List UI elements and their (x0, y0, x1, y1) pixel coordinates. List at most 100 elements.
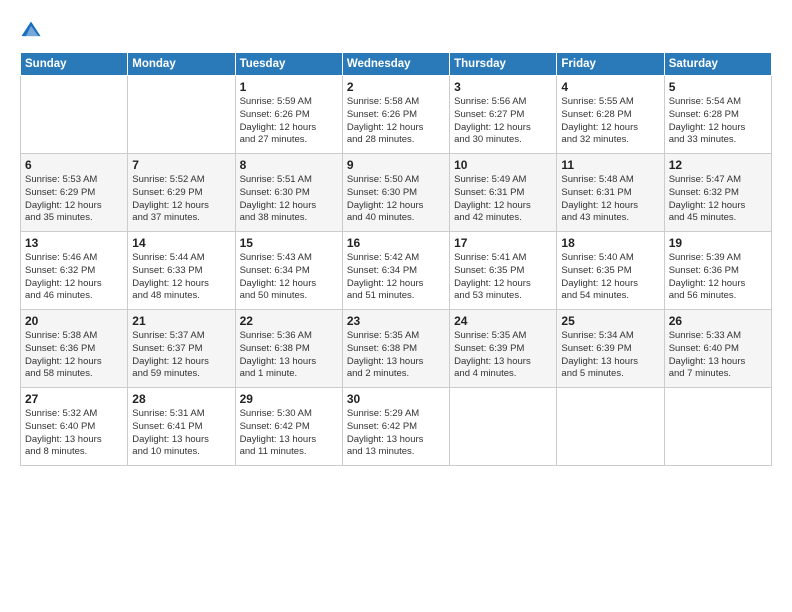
calendar-cell: 12 Sunrise: 5:47 AM Sunset: 6:32 PM Dayli… (664, 154, 771, 232)
day-number: 25 (561, 314, 659, 328)
calendar-cell: 8 Sunrise: 5:51 AM Sunset: 6:30 PM Daylig… (235, 154, 342, 232)
calendar-cell: 24 Sunrise: 5:35 AM Sunset: 6:39 PM Dayli… (450, 310, 557, 388)
header-day-thursday: Thursday (450, 53, 557, 76)
day-number: 28 (132, 392, 230, 406)
day-number: 30 (347, 392, 445, 406)
day-detail: Sunrise: 5:29 AM Sunset: 6:42 PM Dayligh… (347, 408, 445, 459)
header-day-monday: Monday (128, 53, 235, 76)
day-number: 19 (669, 236, 767, 250)
day-detail: Sunrise: 5:44 AM Sunset: 6:33 PM Dayligh… (132, 252, 230, 303)
calendar-body: 1 Sunrise: 5:59 AM Sunset: 6:26 PM Daylig… (21, 76, 772, 466)
day-detail: Sunrise: 5:47 AM Sunset: 6:32 PM Dayligh… (669, 174, 767, 225)
day-detail: Sunrise: 5:49 AM Sunset: 6:31 PM Dayligh… (454, 174, 552, 225)
calendar-cell: 25 Sunrise: 5:34 AM Sunset: 6:39 PM Dayli… (557, 310, 664, 388)
calendar-cell: 22Sunrise: 5:36 AM Sunset: 6:38 PM Dayli… (235, 310, 342, 388)
logo (20, 18, 46, 42)
calendar-cell (664, 388, 771, 466)
day-detail: Sunrise: 5:43 AM Sunset: 6:34 PM Dayligh… (240, 252, 338, 303)
day-detail: Sunrise: 5:53 AM Sunset: 6:29 PM Dayligh… (25, 174, 123, 225)
day-detail: Sunrise: 5:58 AM Sunset: 6:26 PM Dayligh… (347, 96, 445, 147)
header-row: SundayMondayTuesdayWednesdayThursdayFrid… (21, 53, 772, 76)
day-number: 8 (240, 158, 338, 172)
calendar-cell: 6 Sunrise: 5:53 AM Sunset: 6:29 PM Daylig… (21, 154, 128, 232)
calendar-cell: 28Sunrise: 5:31 AM Sunset: 6:41 PM Dayli… (128, 388, 235, 466)
header-day-friday: Friday (557, 53, 664, 76)
day-detail: Sunrise: 5:34 AM Sunset: 6:39 PM Dayligh… (561, 330, 659, 381)
day-number: 11 (561, 158, 659, 172)
calendar-cell: 21 Sunrise: 5:37 AM Sunset: 6:37 PM Dayli… (128, 310, 235, 388)
day-number: 5 (669, 80, 767, 94)
header-day-saturday: Saturday (664, 53, 771, 76)
calendar-cell: 4Sunrise: 5:55 AM Sunset: 6:28 PM Daylig… (557, 76, 664, 154)
week-row-1: 1 Sunrise: 5:59 AM Sunset: 6:26 PM Daylig… (21, 76, 772, 154)
day-detail: Sunrise: 5:59 AM Sunset: 6:26 PM Dayligh… (240, 96, 338, 147)
calendar-cell (450, 388, 557, 466)
day-detail: Sunrise: 5:46 AM Sunset: 6:32 PM Dayligh… (25, 252, 123, 303)
calendar-cell: 10 Sunrise: 5:49 AM Sunset: 6:31 PM Dayli… (450, 154, 557, 232)
calendar-cell: 27 Sunrise: 5:32 AM Sunset: 6:40 PM Dayli… (21, 388, 128, 466)
calendar-table: SundayMondayTuesdayWednesdayThursdayFrid… (20, 52, 772, 466)
day-detail: Sunrise: 5:40 AM Sunset: 6:35 PM Dayligh… (561, 252, 659, 303)
header-day-sunday: Sunday (21, 53, 128, 76)
day-number: 10 (454, 158, 552, 172)
calendar-cell: 20 Sunrise: 5:38 AM Sunset: 6:36 PM Dayli… (21, 310, 128, 388)
calendar-cell: 19Sunrise: 5:39 AM Sunset: 6:36 PM Dayli… (664, 232, 771, 310)
day-number: 3 (454, 80, 552, 94)
calendar-cell: 16 Sunrise: 5:42 AM Sunset: 6:34 PM Dayli… (342, 232, 449, 310)
calendar-cell: 7Sunrise: 5:52 AM Sunset: 6:29 PM Daylig… (128, 154, 235, 232)
calendar-cell (557, 388, 664, 466)
logo-icon (20, 20, 42, 42)
day-number: 6 (25, 158, 123, 172)
calendar-cell: 2 Sunrise: 5:58 AM Sunset: 6:26 PM Daylig… (342, 76, 449, 154)
day-detail: Sunrise: 5:52 AM Sunset: 6:29 PM Dayligh… (132, 174, 230, 225)
calendar-cell: 13Sunrise: 5:46 AM Sunset: 6:32 PM Dayli… (21, 232, 128, 310)
day-number: 18 (561, 236, 659, 250)
week-row-4: 20 Sunrise: 5:38 AM Sunset: 6:36 PM Dayli… (21, 310, 772, 388)
week-row-3: 13Sunrise: 5:46 AM Sunset: 6:32 PM Dayli… (21, 232, 772, 310)
day-number: 29 (240, 392, 338, 406)
calendar-cell: 11 Sunrise: 5:48 AM Sunset: 6:31 PM Dayli… (557, 154, 664, 232)
calendar-cell: 9 Sunrise: 5:50 AM Sunset: 6:30 PM Daylig… (342, 154, 449, 232)
calendar-cell (21, 76, 128, 154)
day-number: 2 (347, 80, 445, 94)
calendar-cell: 15 Sunrise: 5:43 AM Sunset: 6:34 PM Dayli… (235, 232, 342, 310)
day-detail: Sunrise: 5:48 AM Sunset: 6:31 PM Dayligh… (561, 174, 659, 225)
day-number: 27 (25, 392, 123, 406)
day-detail: Sunrise: 5:30 AM Sunset: 6:42 PM Dayligh… (240, 408, 338, 459)
calendar-cell: 1 Sunrise: 5:59 AM Sunset: 6:26 PM Daylig… (235, 76, 342, 154)
week-row-5: 27 Sunrise: 5:32 AM Sunset: 6:40 PM Dayli… (21, 388, 772, 466)
page: SundayMondayTuesdayWednesdayThursdayFrid… (0, 0, 792, 612)
day-number: 20 (25, 314, 123, 328)
day-detail: Sunrise: 5:36 AM Sunset: 6:38 PM Dayligh… (240, 330, 338, 381)
header (20, 18, 772, 42)
day-number: 12 (669, 158, 767, 172)
calendar-cell: 30 Sunrise: 5:29 AM Sunset: 6:42 PM Dayli… (342, 388, 449, 466)
calendar-cell: 3 Sunrise: 5:56 AM Sunset: 6:27 PM Daylig… (450, 76, 557, 154)
day-detail: Sunrise: 5:35 AM Sunset: 6:39 PM Dayligh… (454, 330, 552, 381)
day-number: 21 (132, 314, 230, 328)
day-detail: Sunrise: 5:32 AM Sunset: 6:40 PM Dayligh… (25, 408, 123, 459)
header-day-tuesday: Tuesday (235, 53, 342, 76)
day-number: 26 (669, 314, 767, 328)
header-day-wednesday: Wednesday (342, 53, 449, 76)
calendar-cell: 26 Sunrise: 5:33 AM Sunset: 6:40 PM Dayli… (664, 310, 771, 388)
day-detail: Sunrise: 5:42 AM Sunset: 6:34 PM Dayligh… (347, 252, 445, 303)
calendar-cell (128, 76, 235, 154)
day-detail: Sunrise: 5:37 AM Sunset: 6:37 PM Dayligh… (132, 330, 230, 381)
day-detail: Sunrise: 5:56 AM Sunset: 6:27 PM Dayligh… (454, 96, 552, 147)
day-detail: Sunrise: 5:33 AM Sunset: 6:40 PM Dayligh… (669, 330, 767, 381)
day-number: 23 (347, 314, 445, 328)
day-number: 24 (454, 314, 552, 328)
day-detail: Sunrise: 5:50 AM Sunset: 6:30 PM Dayligh… (347, 174, 445, 225)
day-number: 15 (240, 236, 338, 250)
day-detail: Sunrise: 5:54 AM Sunset: 6:28 PM Dayligh… (669, 96, 767, 147)
calendar-cell: 14Sunrise: 5:44 AM Sunset: 6:33 PM Dayli… (128, 232, 235, 310)
day-number: 16 (347, 236, 445, 250)
day-number: 9 (347, 158, 445, 172)
week-row-2: 6 Sunrise: 5:53 AM Sunset: 6:29 PM Daylig… (21, 154, 772, 232)
day-number: 17 (454, 236, 552, 250)
day-detail: Sunrise: 5:38 AM Sunset: 6:36 PM Dayligh… (25, 330, 123, 381)
day-number: 1 (240, 80, 338, 94)
day-detail: Sunrise: 5:35 AM Sunset: 6:38 PM Dayligh… (347, 330, 445, 381)
day-detail: Sunrise: 5:51 AM Sunset: 6:30 PM Dayligh… (240, 174, 338, 225)
